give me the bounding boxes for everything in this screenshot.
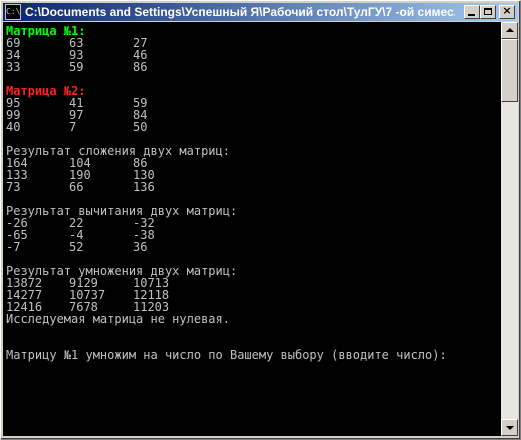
minimize-button[interactable]: [464, 5, 480, 19]
matrix2-row: 40 7 50: [6, 120, 147, 134]
vertical-scrollbar[interactable]: [501, 22, 518, 436]
maximize-icon: [484, 8, 492, 15]
minimize-icon: [468, 14, 475, 16]
matrix-cell: 136: [133, 180, 155, 194]
matrix-cell: 40: [6, 120, 21, 134]
matrix-cell: 52: [69, 240, 84, 254]
matrix-cell: 7: [69, 120, 77, 134]
arrow-down-icon: [506, 426, 514, 430]
console-output[interactable]: Матрица №1: 69 63 27 34 93 46 33 59 86 М…: [3, 22, 501, 436]
matrix-cell: -7: [6, 240, 21, 254]
matrix-cell: 73: [6, 180, 21, 194]
close-button[interactable]: ×: [499, 4, 515, 19]
difference-row: -7 52 36: [6, 240, 147, 254]
title-bar[interactable]: C:\ C:\Documents and Settings\Успешный Я…: [3, 3, 518, 21]
input-prompt: Матрицу №1 умножим на число по Вашему вы…: [6, 348, 447, 362]
maximize-button[interactable]: [480, 5, 496, 19]
status-message: Исследуемая матрица не нулевая.: [6, 312, 230, 326]
matrix-cell: 66: [69, 180, 84, 194]
console-window: C:\ C:\Documents and Settings\Успешный Я…: [0, 0, 521, 440]
scroll-thumb[interactable]: [501, 39, 518, 102]
close-icon: ×: [502, 4, 512, 17]
matrix1-row: 33 59 86: [6, 60, 147, 74]
matrix-cell: 50: [133, 120, 148, 134]
matrix-cell: 59: [69, 60, 84, 74]
scroll-down-button[interactable]: [501, 419, 518, 436]
scroll-up-button[interactable]: [501, 22, 518, 39]
sum-row: 73 66 136: [6, 180, 155, 194]
matrix-cell: 86: [133, 60, 148, 74]
arrow-up-icon: [506, 28, 514, 32]
matrix-cell: 33: [6, 60, 21, 74]
window-title: C:\Documents and Settings\Успешный Я\Раб…: [25, 5, 455, 19]
matrix-cell: 36: [133, 240, 148, 254]
console-app-icon[interactable]: C:\: [5, 4, 21, 20]
difference-label: Результат вычитания двух матриц:: [6, 204, 238, 218]
sum-label: Результат сложения двух матриц:: [6, 144, 230, 158]
